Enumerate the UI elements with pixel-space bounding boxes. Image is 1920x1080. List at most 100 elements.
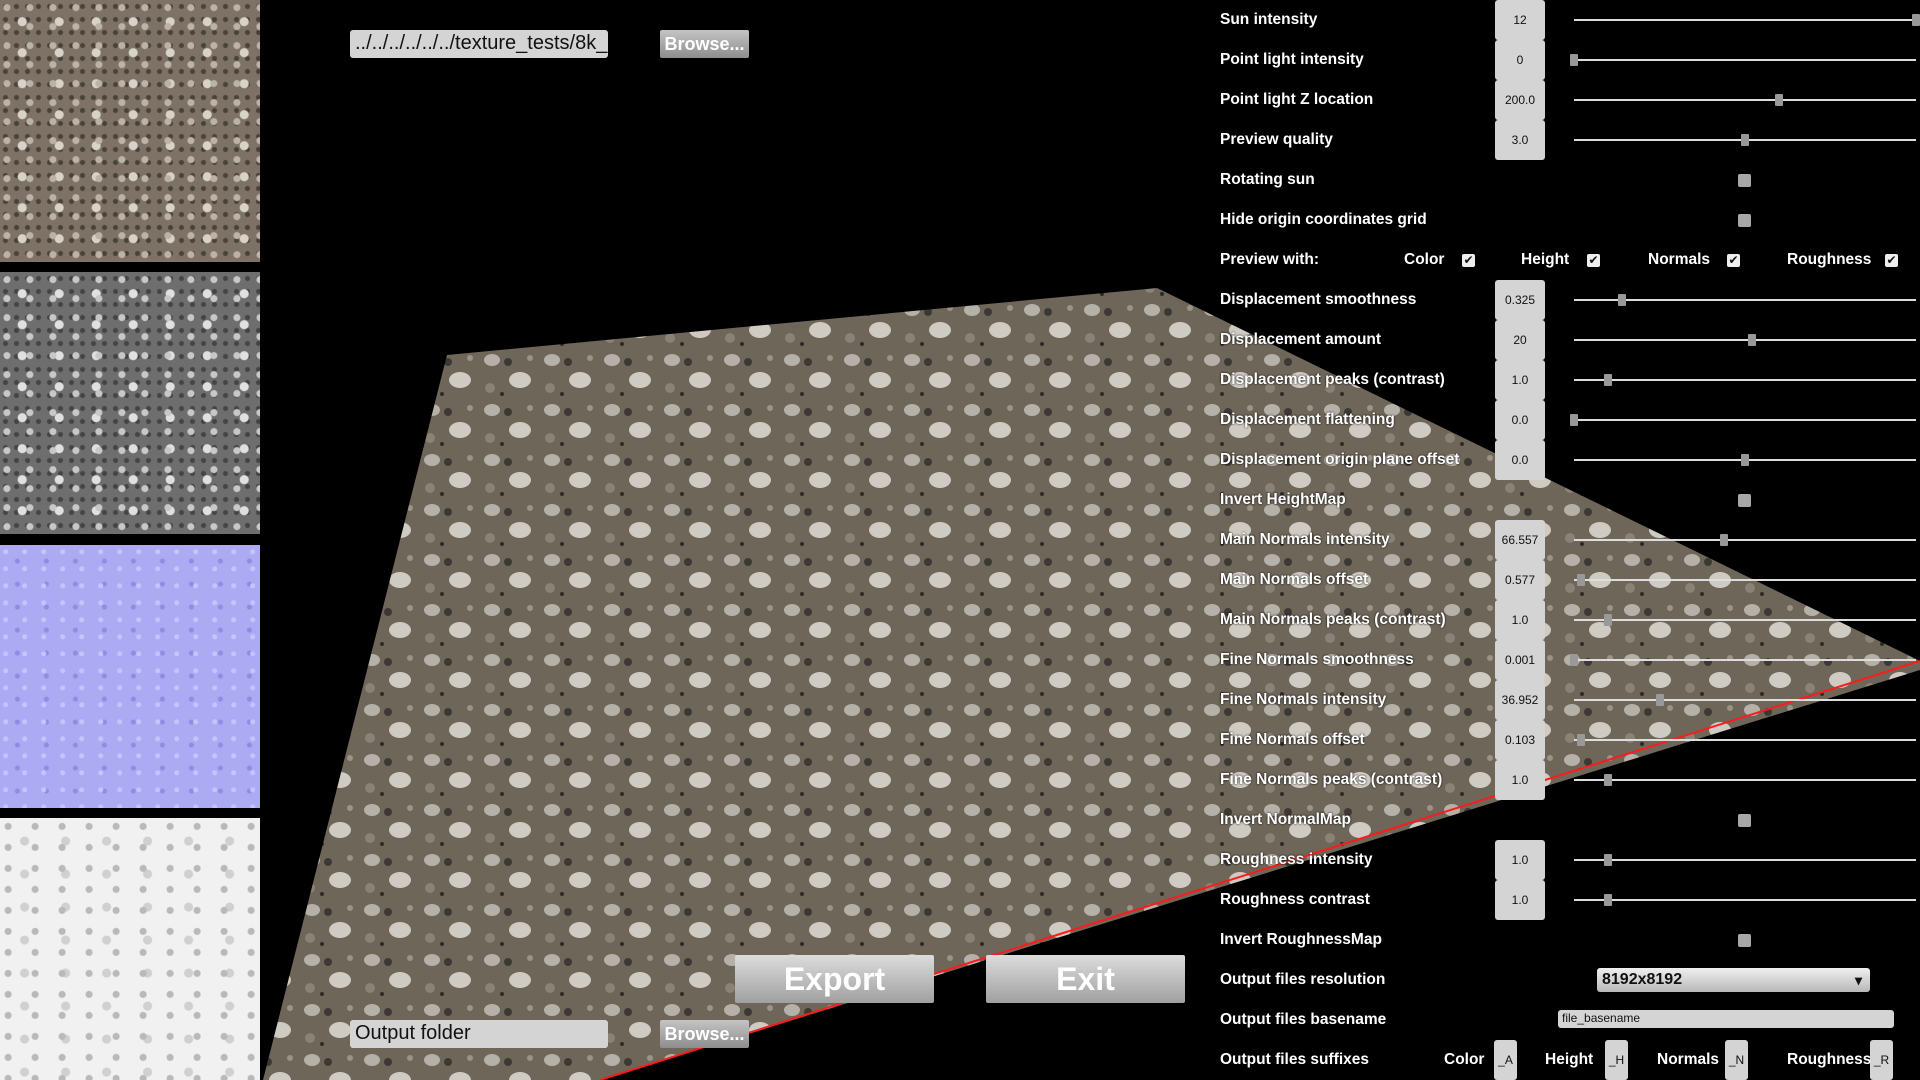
slider-handle[interactable] [1576, 574, 1585, 586]
checkbox-normals[interactable]: ✔ [1727, 254, 1740, 267]
value-field[interactable]: 0 [1495, 40, 1545, 80]
slider-handle[interactable] [1570, 654, 1578, 666]
slider-handle[interactable] [1741, 134, 1749, 146]
value-field[interactable]: 12 [1495, 0, 1545, 40]
checkbox[interactable] [1738, 174, 1751, 187]
value-field[interactable]: 1.0 [1495, 760, 1545, 800]
slider-handle[interactable] [1604, 854, 1613, 866]
resolution-select[interactable]: 8192x8192 ▾ [1597, 968, 1870, 992]
slider-track[interactable] [1574, 574, 1916, 586]
slider-track[interactable] [1574, 94, 1916, 106]
value-field[interactable]: 0.001 [1495, 640, 1545, 680]
output-folder-field[interactable]: Output folder [350, 1020, 608, 1048]
output-browse-button[interactable]: Browse... [660, 1020, 749, 1048]
setting-label: Main Normals peaks (contrast) [1220, 611, 1446, 628]
slider-track[interactable] [1574, 454, 1916, 466]
input-browse-button[interactable]: Browse... [660, 30, 749, 58]
setting-label: Hide origin coordinates grid [1220, 211, 1427, 228]
suffix-field-normals[interactable]: _N [1725, 1040, 1748, 1080]
setting-label: Displacement flattening [1220, 411, 1395, 428]
checkbox[interactable] [1738, 494, 1751, 507]
value-field[interactable]: 0.0 [1495, 440, 1545, 480]
slider-handle[interactable] [1576, 734, 1585, 746]
setting-row-displacement-smoothness: Displacement smoothness 0.325 [1220, 280, 1920, 320]
slider-handle[interactable] [1604, 374, 1613, 386]
setting-row-displacement-amount: Displacement amount 20 [1220, 320, 1920, 360]
slider-handle[interactable] [1747, 334, 1756, 346]
slider-handle[interactable] [1570, 54, 1578, 66]
slider-track[interactable] [1574, 134, 1916, 146]
suffix-label: Roughness [1787, 1051, 1872, 1068]
setting-row-fine-normals-peaks-contrast: Fine Normals peaks (contrast) 1.0 [1220, 760, 1920, 800]
slider-track[interactable] [1574, 694, 1916, 706]
setting-row-output-files-basename: Output files basename file_basename [1220, 1000, 1920, 1040]
chevron-down-icon: ▾ [1854, 972, 1862, 988]
slider-handle[interactable] [1570, 414, 1578, 426]
setting-label: Point light Z location [1220, 91, 1374, 108]
checkbox[interactable] [1738, 934, 1751, 947]
setting-row-point-light-z-location: Point light Z location 200.0 [1220, 80, 1920, 120]
setting-row-output-files-resolution: Output files resolution 8192x8192 ▾ [1220, 960, 1920, 1000]
export-button[interactable]: Export [735, 955, 934, 1003]
setting-label: Displacement smoothness [1220, 291, 1417, 308]
checkbox[interactable] [1738, 214, 1751, 227]
slider-track[interactable] [1574, 734, 1916, 746]
value-field[interactable]: 0.577 [1495, 560, 1545, 600]
checkbox-color[interactable]: ✔ [1462, 254, 1475, 267]
input-path-field[interactable]: ../../../../../../texture_tests/8k_ [350, 30, 608, 58]
value-field[interactable]: 3.0 [1495, 120, 1545, 160]
value-field[interactable]: 0.103 [1495, 720, 1545, 760]
value-field[interactable]: 0.325 [1495, 280, 1545, 320]
slider-handle[interactable] [1775, 94, 1784, 106]
slider-handle[interactable] [1720, 534, 1729, 546]
slider-handle[interactable] [1604, 774, 1613, 786]
setting-label: Fine Normals offset [1220, 731, 1365, 748]
slider-handle[interactable] [1617, 294, 1626, 306]
slider-handle[interactable] [1604, 614, 1613, 626]
slider-track[interactable] [1570, 654, 1916, 666]
slider-track[interactable] [1574, 894, 1916, 906]
slider-track[interactable] [1570, 54, 1916, 66]
checkbox-roughness[interactable]: ✔ [1885, 254, 1898, 267]
exit-button[interactable]: Exit [986, 955, 1185, 1003]
slider-track[interactable] [1574, 774, 1916, 786]
slider-handle[interactable] [1655, 694, 1664, 706]
slider-track[interactable] [1574, 534, 1916, 546]
slider-handle[interactable] [1604, 894, 1613, 906]
slider-track[interactable] [1574, 374, 1916, 386]
setting-label: Output files suffixes [1220, 1051, 1369, 1068]
select-value: 8192x8192 [1602, 971, 1683, 988]
checkbox-height[interactable]: ✔ [1587, 254, 1600, 267]
setting-row-fine-normals-intensity: Fine Normals intensity 36.952 [1220, 680, 1920, 720]
slider-track[interactable] [1574, 614, 1916, 626]
slider-track[interactable] [1574, 854, 1916, 866]
value-field[interactable]: 0.0 [1495, 400, 1545, 440]
suffix-field-roughness[interactable]: _R [1870, 1040, 1893, 1080]
basename-input[interactable]: file_basename [1558, 1010, 1894, 1028]
slider-track[interactable] [1570, 414, 1916, 426]
slider-track[interactable] [1574, 334, 1916, 346]
setting-row-fine-normals-smoothness: Fine Normals smoothness 0.001 [1220, 640, 1920, 680]
value-field[interactable]: 1.0 [1495, 840, 1545, 880]
value-field[interactable]: 66.557 [1495, 520, 1545, 560]
setting-row-invert-heightmap: Invert HeightMap [1220, 480, 1920, 520]
suffix-field-color[interactable]: _A [1494, 1040, 1517, 1080]
setting-label: Preview with: [1220, 251, 1320, 268]
value-field[interactable]: 36.952 [1495, 680, 1545, 720]
slider-track[interactable] [1574, 14, 1920, 26]
suffix-field-height[interactable]: _H [1605, 1040, 1628, 1080]
checkbox[interactable] [1738, 814, 1751, 827]
setting-label: Output files resolution [1220, 971, 1386, 988]
value-field[interactable]: 20 [1495, 320, 1545, 360]
value-field[interactable]: 1.0 [1495, 880, 1545, 920]
slider-handle[interactable] [1912, 14, 1920, 26]
value-field[interactable]: 200.0 [1495, 80, 1545, 120]
value-field[interactable]: 1.0 [1495, 360, 1545, 400]
slider-track[interactable] [1574, 294, 1916, 306]
setting-label: Main Normals offset [1220, 571, 1369, 588]
setting-label: Invert HeightMap [1220, 491, 1346, 508]
slider-handle[interactable] [1741, 454, 1749, 466]
option-label: Roughness [1787, 251, 1872, 268]
setting-row-main-normals-intensity: Main Normals intensity 66.557 [1220, 520, 1920, 560]
value-field[interactable]: 1.0 [1495, 600, 1545, 640]
